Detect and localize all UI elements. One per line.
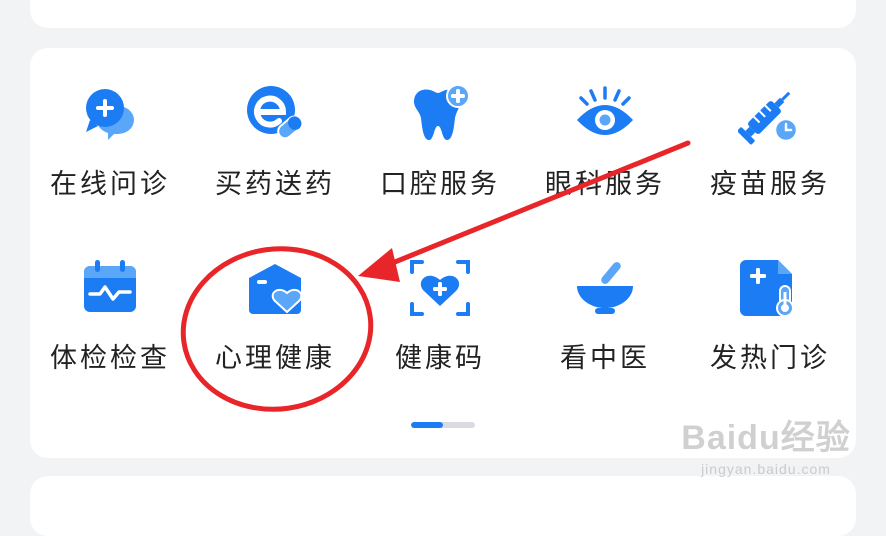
page-indicator-active <box>411 422 443 428</box>
service-label: 健康码 <box>395 343 485 374</box>
service-label: 眼科服务 <box>545 169 665 200</box>
service-label: 口腔服务 <box>380 169 500 200</box>
syringe-clock-icon <box>738 82 802 146</box>
mortar-pestle-icon <box>573 256 637 320</box>
watermark: Baidu经验 jingyan.baidu.com <box>676 410 856 480</box>
service-dental[interactable]: 口腔服务 <box>360 48 520 208</box>
service-label: 看中医 <box>560 343 650 374</box>
service-mental-health[interactable]: 心理健康 <box>195 222 355 382</box>
chat-plus-icon <box>78 82 142 146</box>
tooth-plus-icon <box>408 82 472 146</box>
eye-icon <box>573 82 637 146</box>
watermark-url: jingyan.baidu.com <box>701 461 831 477</box>
service-label: 心理健康 <box>215 343 335 374</box>
page-indicator[interactable] <box>411 422 475 428</box>
watermark-logo: Baidu经验 <box>681 419 851 457</box>
heart-scan-icon <box>408 256 472 320</box>
service-ophthalmology[interactable]: 眼科服务 <box>525 48 685 208</box>
thermometer-doc-icon <box>738 256 802 320</box>
service-label: 买药送药 <box>215 169 335 200</box>
previous-card <box>30 0 856 28</box>
service-label: 疫苗服务 <box>710 169 830 200</box>
service-online-consultation[interactable]: 在线问诊 <box>30 48 190 208</box>
service-buy-medicine[interactable]: 买药送药 <box>195 48 355 208</box>
service-fever-clinic[interactable]: 发热门诊 <box>690 222 850 382</box>
service-label: 体检检查 <box>50 343 170 374</box>
service-label: 在线问诊 <box>50 169 170 200</box>
service-tcm[interactable]: 看中医 <box>525 222 685 382</box>
service-label: 发热门诊 <box>710 343 830 374</box>
services-grid: 在线问诊 买药送药 口腔服务 眼科服务 疫苗服务 体检检查 心理健康 健康码 看… <box>30 48 856 408</box>
calendar-pulse-icon <box>78 256 142 320</box>
service-physical-exam[interactable]: 体检检查 <box>30 222 190 382</box>
service-health-code[interactable]: 健康码 <box>360 222 520 382</box>
service-vaccine[interactable]: 疫苗服务 <box>690 48 850 208</box>
house-heart-icon <box>243 256 307 320</box>
next-card <box>30 476 856 536</box>
pharmacy-e-pill-icon <box>243 82 307 146</box>
